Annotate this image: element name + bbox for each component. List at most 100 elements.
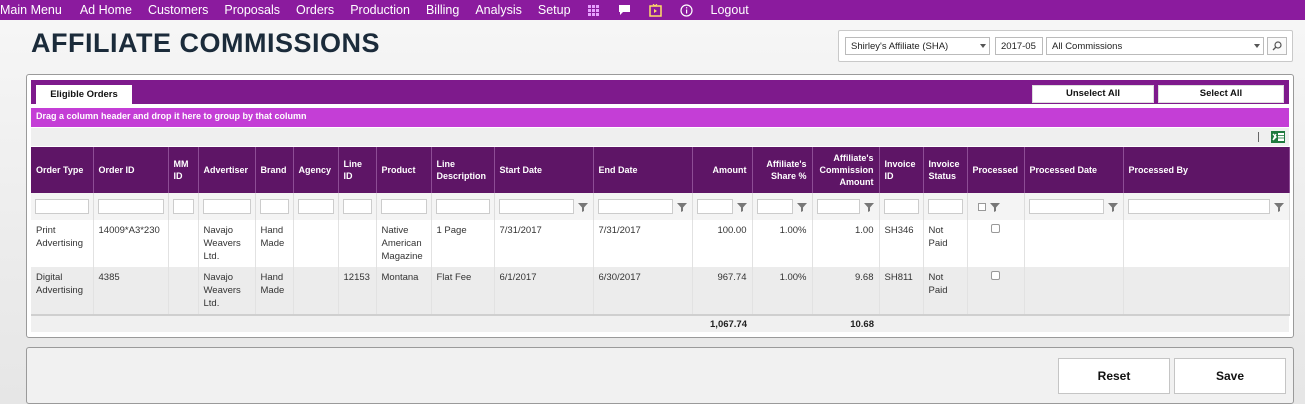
filter-cell (967, 193, 1025, 220)
col-invoice-status[interactable]: Invoice Status (923, 147, 968, 193)
col-brand[interactable]: Brand (255, 147, 294, 193)
filter-cell (31, 193, 94, 220)
filter-cell (1123, 193, 1290, 220)
col-mm-id[interactable]: MM ID (168, 147, 199, 193)
search-icon (1272, 41, 1282, 51)
col-invoice-id[interactable]: Invoice ID (879, 147, 924, 193)
col-amount[interactable]: Amount (692, 147, 753, 193)
filter-funnel-icon[interactable] (577, 201, 589, 213)
order-id-filter-input[interactable] (97, 199, 164, 214)
tab-eligible-orders[interactable]: Eligible Orders (36, 85, 132, 104)
footer-spacer (31, 314, 692, 332)
brand-filter-input[interactable] (259, 199, 289, 214)
reset-button[interactable]: Reset (1058, 358, 1170, 394)
chat-icon[interactable] (618, 3, 632, 17)
cell-line-id[interactable]: 12153 (338, 267, 377, 315)
col-advertiser[interactable]: Advertiser (198, 147, 256, 193)
info-icon[interactable] (680, 3, 694, 17)
nav-customers[interactable]: Customers (148, 3, 208, 17)
nav-logout[interactable]: Logout (711, 3, 749, 17)
cell-order-id[interactable]: 14009*A3*230 (93, 220, 169, 267)
filter-funnel-icon[interactable] (989, 201, 1001, 213)
video-icon[interactable] (649, 3, 663, 17)
advertiser-filter-input[interactable] (202, 199, 251, 214)
processed-checkbox[interactable] (990, 271, 1000, 280)
period-field[interactable]: 2017-05 (995, 37, 1043, 55)
end-date-filter-input[interactable] (597, 199, 673, 214)
search-button[interactable] (1267, 37, 1287, 55)
affiliate-select[interactable]: Shirley's Affiliate (SHA) (845, 37, 990, 55)
col-start-date[interactable]: Start Date (494, 147, 594, 193)
col-order-id[interactable]: Order ID (93, 147, 169, 193)
col-line-description[interactable]: Line Description (431, 147, 495, 193)
processed-by-filter-input[interactable] (1127, 199, 1270, 214)
col-commission[interactable]: Affiliate's Commission Amount (812, 147, 880, 193)
filter-funnel-icon[interactable] (863, 201, 875, 213)
col-share[interactable]: Affiliate's Share % (752, 147, 813, 193)
cell-order-id[interactable]: 4385 (93, 267, 169, 315)
filter-funnel-icon[interactable] (796, 201, 808, 213)
group-drop-zone[interactable]: Drag a column header and drop it here to… (31, 108, 1289, 127)
col-processed[interactable]: Processed (967, 147, 1025, 193)
agency-filter-input[interactable] (297, 199, 334, 214)
filter-funnel-icon[interactable] (1107, 201, 1119, 213)
share-filter-input[interactable] (756, 199, 793, 214)
col-product[interactable]: Product (376, 147, 432, 193)
nav-ad-home[interactable]: Ad Home (80, 3, 132, 17)
cell-mm-id (168, 267, 199, 315)
cell-invoice-id[interactable]: SH811 (879, 267, 924, 315)
chevron-down-icon (1254, 44, 1260, 48)
filter-funnel-icon[interactable] (1273, 201, 1285, 213)
product-filter-input[interactable] (380, 199, 427, 214)
mm-id-filter-input[interactable] (172, 199, 194, 214)
filter-funnel-icon[interactable] (676, 201, 688, 213)
filter-cell (198, 193, 256, 220)
invoice-id-filter-input[interactable] (883, 199, 919, 214)
processed-filter-checkbox[interactable] (977, 202, 986, 211)
filter-funnel-icon[interactable] (736, 201, 748, 213)
cell-product: Native American Magazine (376, 220, 432, 267)
nav-analysis[interactable]: Analysis (475, 3, 522, 17)
grid-filter-row (31, 193, 1290, 220)
col-processed-by[interactable]: Processed By (1123, 147, 1290, 193)
col-processed-date[interactable]: Processed Date (1024, 147, 1124, 193)
nav-setup[interactable]: Setup (538, 3, 571, 17)
filter-cell (293, 193, 339, 220)
start-date-filter-input[interactable] (498, 199, 574, 214)
col-end-date[interactable]: End Date (593, 147, 693, 193)
line-description-filter-input[interactable] (435, 199, 490, 214)
processed-date-filter-input[interactable] (1028, 199, 1104, 214)
invoice-status-filter-input[interactable] (927, 199, 963, 214)
unselect-all-button[interactable]: Unselect All (1032, 85, 1154, 103)
select-all-button[interactable]: Select All (1158, 85, 1284, 103)
nav-main-menu[interactable]: Main Menu (0, 3, 62, 17)
page-title: AFFILIATE COMMISSIONS (31, 28, 380, 58)
col-agency[interactable]: Agency (293, 147, 339, 193)
nav-orders[interactable]: Orders (296, 3, 334, 17)
processed-checkbox[interactable] (990, 224, 1000, 233)
col-line-id[interactable]: Line ID (338, 147, 377, 193)
commission-filter-input[interactable] (816, 199, 860, 214)
order-type-filter-input[interactable] (35, 199, 89, 214)
amount-filter-input[interactable] (696, 199, 733, 214)
nav-billing[interactable]: Billing (426, 3, 459, 17)
filter-cell (923, 193, 968, 220)
cell-advertiser: Navajo Weavers Ltd. (198, 267, 256, 315)
grid-header-row: Order Type Order ID MM ID Advertiser Bra… (31, 147, 1290, 193)
cell-advertiser: Navajo Weavers Ltd. (198, 220, 256, 267)
excel-export-icon[interactable] (1271, 130, 1285, 144)
cell-line-description: 1 Page (431, 220, 495, 267)
nav-proposals[interactable]: Proposals (224, 3, 280, 17)
footer-spacer (752, 314, 812, 332)
cell-invoice-id[interactable]: SH346 (879, 220, 924, 267)
col-order-type[interactable]: Order Type (31, 147, 94, 193)
save-button[interactable]: Save (1174, 358, 1286, 394)
cell-invoice-status: Not Paid (923, 220, 968, 267)
cell-line-id[interactable] (338, 220, 377, 267)
line-id-filter-input[interactable] (342, 199, 372, 214)
grid-icon[interactable] (587, 3, 601, 17)
table-row[interactable]: Digital Advertising 4385 Navajo Weavers … (31, 267, 1290, 315)
table-row[interactable]: Print Advertising 14009*A3*230 Navajo We… (31, 220, 1290, 267)
commission-type-select[interactable]: All Commissions (1046, 37, 1264, 55)
nav-production[interactable]: Production (350, 3, 410, 17)
